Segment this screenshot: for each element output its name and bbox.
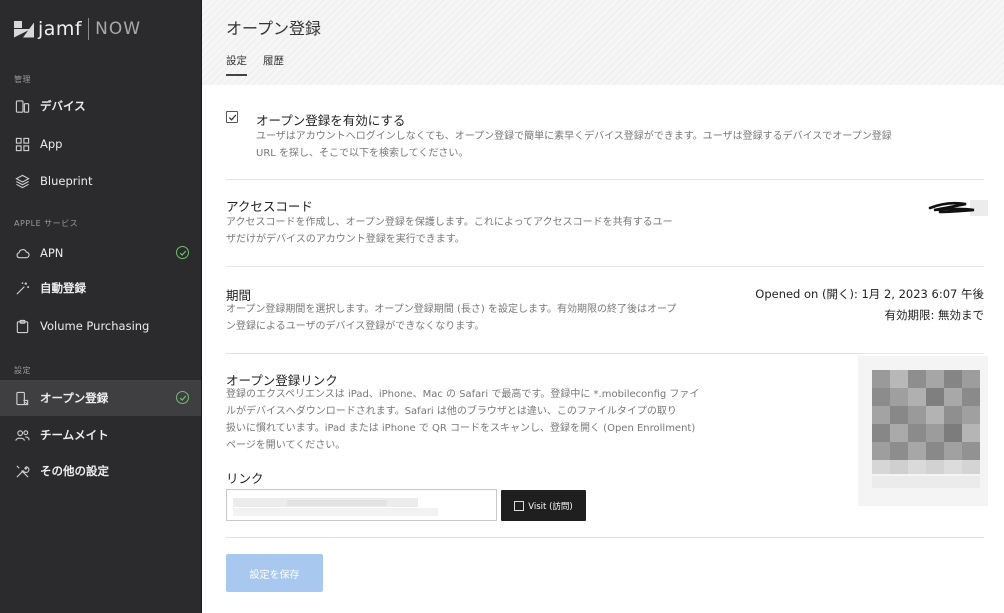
period-section: 期間 オープン登録期間を選択します。オープン登録期間 (長さ) を設定します。有… [226, 267, 984, 354]
redacted-access-code [928, 200, 988, 216]
redacted-link-text [233, 498, 438, 516]
sidebar-item-label: Volume Purchasing [40, 319, 150, 333]
section-label-settings: 設定 [14, 366, 31, 375]
link-description-line: 扱いに慣れています。iPad または iPhone で QR コードをスキャンし… [226, 423, 696, 434]
link-label: リンク [226, 471, 264, 486]
sidebar-item-label: その他の設定 [40, 464, 109, 478]
enable-description: ユーザはアカウントへログインしなくても、オープン登録で簡単に素早くデバイス登録が… [256, 128, 986, 162]
apps-grid-icon [14, 136, 30, 152]
sidebar-item-apps[interactable]: App [0, 126, 201, 162]
link-description-line: ルがデバイスへダウンロードされます。Safari は他のブラウザとは違い、このフ… [226, 406, 677, 417]
product-name: NOW [95, 19, 142, 39]
jamf-now-logo[interactable]: jamf NOW [14, 16, 141, 42]
enable-description-line: URL を探し、そこで以下を検索してください。 [256, 148, 469, 159]
external-link-icon [514, 500, 525, 511]
magic-wand-icon [14, 280, 30, 296]
qr-code-image [858, 356, 988, 506]
sidebar-item-blueprint[interactable]: Blueprint [0, 163, 201, 199]
sidebar-item-label: 自動登録 [40, 281, 86, 295]
enable-section: オープン登録を有効にする ユーザはアカウントへログインしなくても、オープン登録で… [226, 86, 984, 180]
page-title: オープン登録 [226, 19, 322, 38]
tools-icon [14, 463, 30, 479]
enrollment-link-field[interactable] [226, 489, 497, 521]
period-description: オープン登録期間を選択します。オープン登録期間 (長さ) を設定します。有効期限… [226, 301, 746, 335]
enable-description-line: ユーザはアカウントへログインしなくても、オープン登録で簡単に素早くデバイス登録が… [256, 131, 892, 142]
expiry-value: 有効期限: 無効まで [884, 308, 984, 322]
sidebar-item-other-settings[interactable]: その他の設定 [0, 453, 201, 489]
sidebar-item-apn[interactable]: APN [0, 235, 201, 271]
tab-bar: 設定 履歴 [226, 53, 300, 76]
link-description-line: 登録のエクスペリエンスは iPad、iPhone、Mac の Safari で最… [226, 389, 700, 400]
sidebar-item-label: App [40, 137, 63, 151]
section-label-apple-services: APPLE サービス [14, 219, 79, 228]
layers-icon [14, 173, 30, 189]
link-section-description: 登録のエクスペリエンスは iPad、iPhone、Mac の Safari で最… [226, 386, 746, 454]
logo-divider [88, 18, 90, 40]
enable-open-enrollment-checkbox[interactable] [226, 111, 238, 123]
sidebar: jamf NOW 管理 デバイス App Blueprint APPLE サービ… [0, 0, 202, 613]
visit-link-button[interactable]: Visit (訪問) [501, 490, 586, 521]
sidebar-item-label: デバイス [40, 99, 86, 113]
tab-history[interactable]: 履歴 [263, 53, 284, 76]
sidebar-item-auto-enrollment[interactable]: 自動登録 [0, 270, 201, 306]
access-code-description-line: ザだけがデバイスのアカウント登録を実行できます。 [226, 234, 465, 245]
sidebar-item-teammates[interactable]: チームメイト [0, 417, 201, 453]
sidebar-item-label: オープン登録 [40, 391, 109, 405]
page-header: オープン登録 設定 履歴 [202, 0, 1004, 85]
sidebar-item-devices[interactable]: デバイス [0, 88, 201, 124]
clipboard-icon [14, 318, 30, 334]
brand-name: jamf [38, 18, 83, 40]
status-ok-icon [176, 391, 189, 404]
access-code-description: アクセスコードを作成し、オープン登録を保護します。これによってアクセスコードを共… [226, 214, 746, 248]
sidebar-item-label: Blueprint [40, 174, 93, 188]
visit-button-label: Visit (訪問) [528, 501, 573, 512]
link-description-line: ページを開いてください。 [226, 440, 346, 451]
access-code-description-line: アクセスコードを作成し、オープン登録を保護します。これによってアクセスコードを共… [226, 217, 673, 228]
save-settings-button[interactable]: 設定を保存 [226, 554, 323, 592]
people-icon [14, 427, 30, 443]
opened-on-value: Opened on (開く): 1月 2, 2023 6:07 午後 [755, 287, 984, 301]
status-ok-icon [176, 246, 189, 259]
sidebar-item-open-enrollment[interactable]: オープン登録 [0, 380, 201, 416]
sidebar-item-label: APN [40, 246, 64, 260]
access-code-section: アクセスコード アクセスコードを作成し、オープン登録を保護します。これによってア… [226, 180, 988, 267]
tab-settings[interactable]: 設定 [226, 53, 247, 76]
cloud-icon [14, 245, 30, 261]
sidebar-item-volume-purchasing[interactable]: Volume Purchasing [0, 308, 201, 344]
enable-label: オープン登録を有効にする [256, 113, 406, 128]
period-description-line: オープン登録期間を選択します。オープン登録期間 (長さ) を設定します。有効期限… [226, 304, 677, 315]
enrollment-icon [14, 390, 30, 406]
period-description-line: ン登録によるユーザのデバイス登録ができなくなります。 [226, 321, 485, 332]
access-code-title: アクセスコード [226, 199, 313, 214]
sidebar-item-label: チームメイト [40, 428, 109, 442]
jamf-logo-icon [14, 20, 34, 38]
devices-icon [14, 98, 30, 114]
section-label-management: 管理 [14, 75, 31, 84]
open-enrollment-link-section: オープン登録リンク 登録のエクスペリエンスは iPad、iPhone、Mac の… [226, 354, 988, 538]
checkmark-icon [228, 114, 236, 121]
